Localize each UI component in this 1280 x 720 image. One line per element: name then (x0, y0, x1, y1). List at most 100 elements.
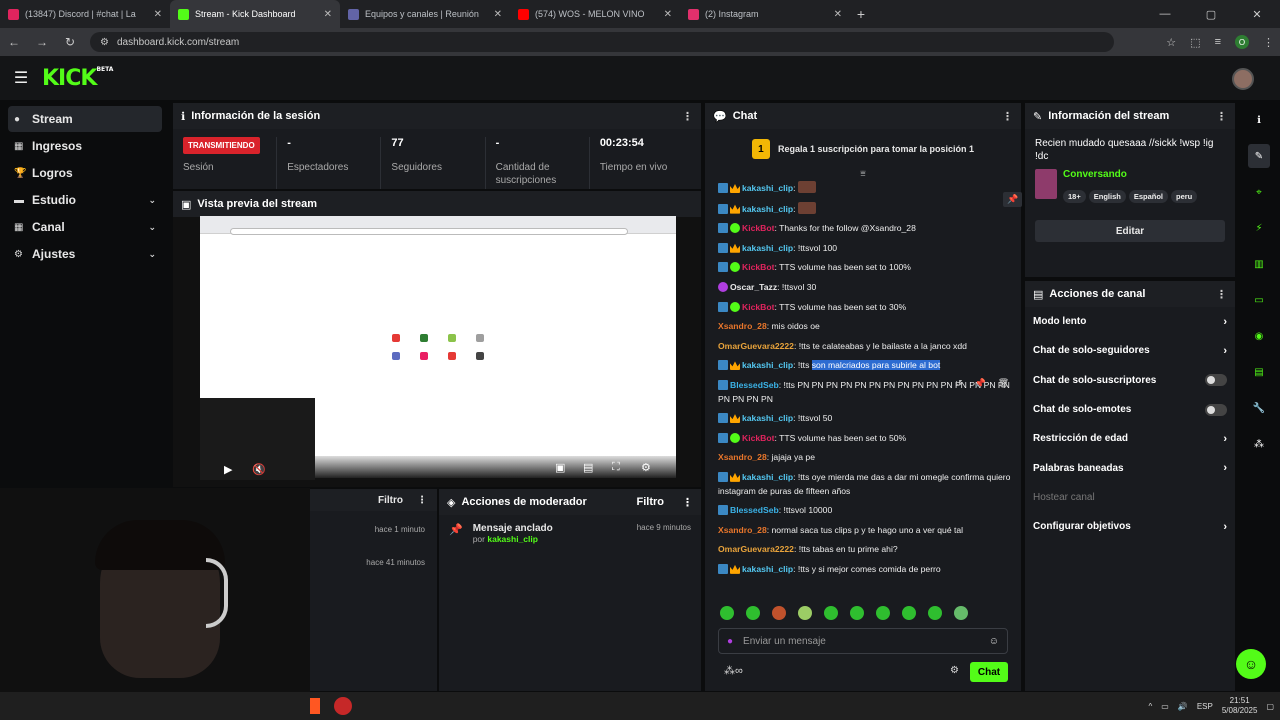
chat-username[interactable]: kakashi_clip (742, 243, 793, 253)
channel-action-item[interactable]: Modo lento › (1025, 307, 1235, 336)
notifications-icon[interactable]: ▢ (1266, 702, 1274, 711)
chat-username[interactable]: Oscar_Tazz (730, 282, 777, 292)
chat-username[interactable]: kakashi_clip (742, 564, 793, 574)
info-icon[interactable]: ℹ (1248, 108, 1270, 132)
chat-username[interactable]: kakashi_clip (742, 360, 793, 370)
panel-menu-icon[interactable]: ⋮ (1216, 288, 1227, 301)
chat-username[interactable]: kakashi_clip (742, 413, 793, 423)
chat-icon[interactable]: ▭ (1248, 288, 1270, 312)
chat-message[interactable]: Oscar_Tazz: !ttsvol 30 (712, 278, 1017, 298)
clock[interactable]: 21:51 5/08/2025 (1222, 696, 1258, 716)
chat-username[interactable]: KickBot (742, 433, 774, 443)
browser-tab[interactable]: Equipos y canales | Reunión ✕ (340, 0, 510, 28)
collapse-icon[interactable]: ⩸ (705, 169, 1021, 178)
network-icon[interactable]: ▭ (1161, 702, 1169, 711)
minimize-icon[interactable]: — (1142, 0, 1188, 28)
language-indicator[interactable]: ESP (1197, 702, 1213, 711)
extensions-icon[interactable]: ⬚ (1190, 36, 1200, 49)
chat-message[interactable]: Xsandro_28: mis oidos oe (712, 317, 1017, 337)
chevron-down-icon[interactable]: ⌄ (148, 249, 156, 260)
user-avatar[interactable] (1232, 68, 1254, 90)
app-icon[interactable] (310, 698, 320, 714)
chat-username[interactable]: Xsandro_28 (718, 452, 767, 462)
volume-icon[interactable]: 🔊 (1178, 702, 1188, 711)
chat-message[interactable]: kakashi_clip: !tts oye mierda me das a d… (712, 468, 1017, 501)
wrench-icon[interactable]: 🔧 (1248, 396, 1270, 420)
sidebar-item-logros[interactable]: 🏆 Logros (8, 160, 162, 186)
sidebar-item-ajustes[interactable]: ⚙ Ajustes ⌄ (8, 241, 162, 267)
chat-username[interactable]: BlessedSeb (730, 380, 779, 390)
stream-tag[interactable]: peru (1171, 190, 1198, 203)
browser-tab[interactable]: (574) WOS - MELON VINO ✕ (510, 0, 680, 28)
pencil-icon[interactable]: ✎ (1248, 144, 1270, 168)
channel-action-item[interactable]: Palabras baneadas › (1025, 453, 1235, 482)
chevron-right-icon[interactable]: › (1223, 345, 1227, 357)
bolt-icon[interactable]: ⚡ (1248, 216, 1270, 240)
emote-icon[interactable] (746, 606, 760, 620)
chat-input[interactable]: ● Enviar un mensaje ☺ (718, 628, 1008, 654)
chevron-right-icon[interactable]: › (1223, 316, 1227, 328)
new-tab-icon[interactable]: + (850, 0, 872, 28)
channel-action-item[interactable]: Chat de solo-seguidores › (1025, 336, 1235, 365)
chat-message[interactable]: kakashi_clip: !tts son malcriados para s… (712, 356, 1017, 376)
chat-message[interactable]: BlessedSeb: !ttsvol 10000 (712, 501, 1017, 521)
panel-menu-icon[interactable]: ⋮ (1216, 110, 1227, 123)
hamburger-menu-icon[interactable]: ☰ (0, 68, 42, 88)
chat-username[interactable]: KickBot (742, 223, 774, 233)
pin-icon[interactable]: 📌 (975, 378, 986, 389)
stream-tag[interactable]: English (1088, 190, 1126, 203)
toggle-switch[interactable] (1205, 374, 1227, 387)
channel-action-item[interactable]: Chat de solo-suscriptores (1025, 366, 1235, 395)
chat-username[interactable]: kakashi_clip (742, 204, 793, 214)
channel-action-item[interactable]: Chat de solo-emotes (1025, 395, 1235, 424)
category-name[interactable]: Conversando (1063, 169, 1200, 180)
emote-icon[interactable] (850, 606, 864, 620)
chat-username[interactable]: KickBot (742, 302, 774, 312)
obs-icon[interactable] (334, 697, 352, 715)
support-chat-icon[interactable]: ☺ (1236, 649, 1266, 679)
play-icon[interactable]: ▶ (224, 463, 232, 476)
activity-filter-button[interactable]: Filtro (378, 495, 403, 506)
stream-tag[interactable]: Español (1128, 190, 1169, 203)
emote-icon[interactable] (928, 606, 942, 620)
bookmark-star-icon[interactable]: ☆ (1166, 36, 1176, 49)
gift-sub-banner[interactable]: 1 Regala 1 suscripción para tomar la pos… (705, 129, 1021, 169)
mod-filter-button[interactable]: Filtro (637, 496, 665, 508)
fullscreen-icon[interactable]: ⛶ (612, 461, 620, 474)
site-info-icon[interactable]: ⚙ (100, 37, 109, 48)
chat-message[interactable]: KickBot: TTS volume has been set to 100% (712, 258, 1017, 278)
back-icon[interactable]: ← (6, 35, 22, 49)
profile-avatar[interactable]: O (1235, 35, 1249, 49)
channel-action-item[interactable]: Restricción de edad › (1025, 424, 1235, 453)
browser-tab[interactable]: Stream - Kick Dashboard ✕ (170, 0, 340, 28)
edit-stream-button[interactable]: Editar (1035, 220, 1225, 242)
emote-icon[interactable] (954, 606, 968, 620)
chat-settings-icon[interactable]: ⚙ (950, 665, 959, 676)
close-icon[interactable]: ✕ (834, 9, 842, 20)
chat-username[interactable]: OmarGuevara2222 (718, 341, 794, 351)
sidebar-item-stream[interactable]: ● Stream (8, 106, 162, 132)
broadcast-icon[interactable]: ◉ (1248, 324, 1270, 348)
emote-icon[interactable] (720, 606, 734, 620)
chevron-right-icon[interactable]: › (1223, 462, 1227, 474)
chat-message[interactable]: Xsandro_28: jajaja ya pe (712, 448, 1017, 468)
settings-icon[interactable]: ⚙ (641, 461, 651, 474)
reload-icon[interactable]: ↻ (62, 35, 78, 49)
chat-message[interactable]: kakashi_clip: !tts y si mejor comes comi… (712, 560, 1017, 580)
reading-list-icon[interactable]: ≡ (1215, 36, 1221, 48)
browser-tab[interactable]: (2) Instagram ✕ (680, 0, 850, 28)
chevron-right-icon[interactable]: › (1223, 433, 1227, 445)
sidebar-item-estudio[interactable]: ▬ Estudio ⌄ (8, 187, 162, 213)
chat-username[interactable]: BlessedSeb (730, 505, 779, 515)
forward-icon[interactable]: → (34, 35, 50, 49)
emote-icon[interactable] (902, 606, 916, 620)
chat-username[interactable]: kakashi_clip (742, 472, 793, 482)
emote-icon[interactable] (824, 606, 838, 620)
chat-message[interactable]: OmarGuevara2222: !tts te calateabas y le… (712, 337, 1017, 357)
address-bar[interactable]: ⚙ dashboard.kick.com/stream (90, 32, 1115, 52)
chat-message[interactable]: kakashi_clip: (712, 178, 1017, 199)
kick-logo[interactable]: KICKBETA (42, 66, 113, 91)
menu-kebab-icon[interactable]: ⋮ (1263, 36, 1274, 49)
emote-icon[interactable] (876, 606, 890, 620)
chat-message[interactable]: KickBot: Thanks for the follow @Xsandro_… (712, 219, 1017, 239)
